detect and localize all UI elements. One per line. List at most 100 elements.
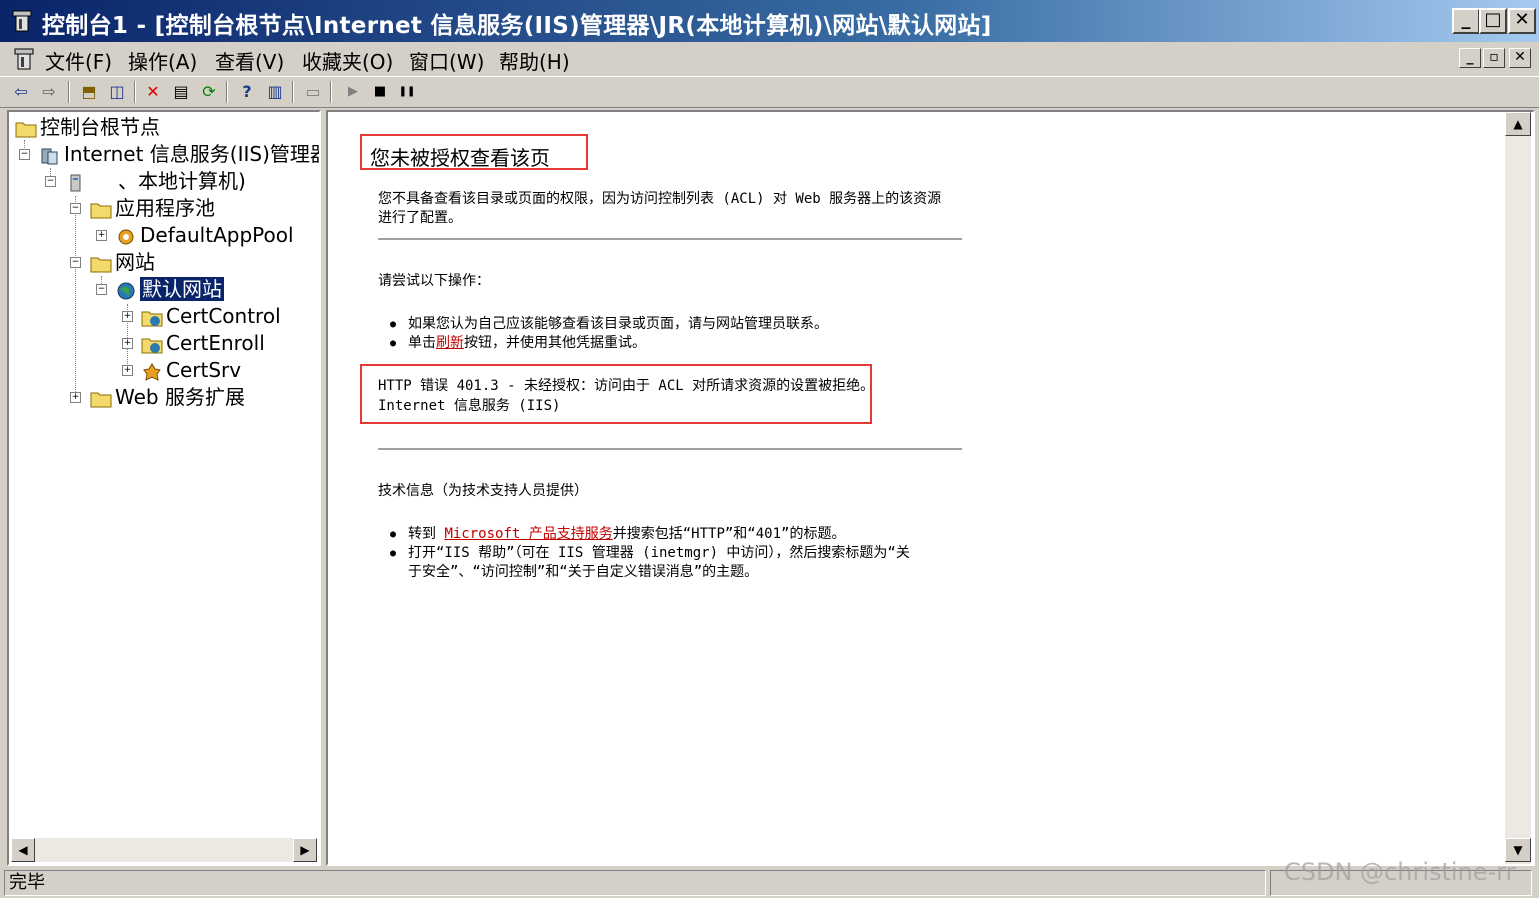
result-pane[interactable]: 您未被授权查看该页 您不具备查看该目录或页面的权限，因为访问控制列表 (ACL)…: [326, 110, 1535, 866]
forward-icon[interactable]: ⇨: [38, 81, 60, 103]
toolbar: ⇦ ⇨ ⬒ ◫ ✕ ▤ ⟳ ? ▥ ▭ ▶ ■ ❚❚: [0, 76, 1539, 108]
server-icon: [70, 174, 81, 191]
delete-icon[interactable]: ✕: [142, 81, 164, 103]
toolbar-separator: [330, 81, 332, 103]
child-restore-button[interactable]: ▫: [1483, 48, 1505, 68]
description-text: 进行了配置。: [378, 210, 462, 226]
web-app-icon: [143, 362, 161, 381]
menu-favorites[interactable]: 收藏夹(O): [302, 46, 393, 75]
title-bar[interactable]: 控制台1 - [控制台根节点\Internet 信息服务(IIS)管理器\JR(…: [0, 0, 1539, 42]
list-item: 打开“IIS 帮助”（可在 IIS 管理器 (inetmgr) 中访问），然后搜…: [390, 544, 910, 563]
web-folder-icon: [141, 338, 163, 353]
tree-node-certcontrol[interactable]: CertControl: [141, 303, 281, 329]
expand-icon[interactable]: +: [122, 365, 133, 376]
refresh-icon[interactable]: ⟳: [198, 81, 220, 103]
pause-icon[interactable]: ❚❚: [396, 81, 418, 103]
scroll-right-icon[interactable]: ▶: [293, 838, 317, 862]
folder-icon: [90, 203, 112, 218]
error-source-text: Internet 信息服务 (IIS): [378, 398, 561, 414]
minimize-button[interactable]: _: [1452, 8, 1480, 34]
tree-node-iis-manager[interactable]: Internet 信息服务(IIS)管理器: [39, 141, 321, 167]
divider: [378, 448, 962, 450]
console-menu-icon[interactable]: [12, 47, 36, 71]
tree-node-certenroll[interactable]: CertEnroll: [141, 330, 265, 356]
tree-node-websites[interactable]: 网站: [90, 249, 155, 275]
stop-icon[interactable]: ■: [369, 81, 391, 103]
scroll-left-icon[interactable]: ◀: [11, 838, 35, 862]
folder-icon: [90, 257, 112, 272]
console-tree[interactable]: 控制台根节点 − Internet 信息服务(IIS)管理器 − 、本地计算机)…: [7, 110, 321, 866]
menu-bar: 文件(F) 操作(A) 查看(V) 收藏夹(O) 窗口(W) 帮助(H) _ ▫…: [0, 42, 1539, 76]
tree-label: DefaultAppPool: [140, 223, 294, 247]
list-item-continuation: 于安全”、“访问控制”和“关于自定义错误消息”的主题。: [408, 564, 759, 580]
expand-icon[interactable]: +: [122, 338, 133, 349]
content-vertical-scrollbar[interactable]: ▲ ▼: [1505, 112, 1531, 864]
computer-icon[interactable]: ▭: [302, 81, 324, 103]
collapse-icon[interactable]: −: [70, 203, 81, 214]
list-item-text: 并搜索包括“HTTP”和“401”的标题。: [612, 526, 846, 542]
tree-node-local-computer[interactable]: 、本地计算机): [65, 168, 246, 194]
tree-label: Web 服务扩展: [115, 385, 245, 409]
start-icon[interactable]: ▶: [342, 81, 364, 103]
collapse-icon[interactable]: −: [96, 284, 107, 295]
up-one-level-icon[interactable]: ⬒: [78, 81, 100, 103]
folder-icon: [15, 122, 37, 137]
menu-action[interactable]: 操作(A): [128, 46, 197, 75]
app-pool-icon: [118, 229, 134, 244]
window-title: 控制台1 - [控制台根节点\Internet 信息服务(IIS)管理器\JR(…: [42, 13, 992, 39]
child-minimize-button[interactable]: _: [1459, 48, 1481, 68]
collapse-icon[interactable]: −: [70, 257, 81, 268]
tree-label: Internet 信息服务(IIS)管理器: [64, 142, 321, 166]
menu-help[interactable]: 帮助(H): [499, 46, 570, 75]
collapse-icon[interactable]: −: [45, 176, 56, 187]
tree-label: 、本地计算机): [118, 169, 246, 193]
folder-icon: [90, 392, 112, 407]
tree-node-default-website[interactable]: 默认网站: [115, 276, 225, 302]
tree-label: CertEnroll: [166, 331, 265, 355]
tree-label: 网站: [115, 250, 155, 274]
scroll-up-icon[interactable]: ▲: [1505, 112, 1531, 136]
watermark: CSDN @christine-rr: [1284, 858, 1516, 886]
toolbar-separator: [226, 81, 228, 103]
list-item: 转到 Microsoft 产品支持服务并搜索包括“HTTP”和“401”的标题。: [390, 525, 846, 544]
tree-line: [75, 196, 76, 396]
tree-label-selected: 默认网站: [139, 276, 225, 302]
toolbar-separator: [134, 81, 136, 103]
tech-heading: 技术信息（为技术支持人员提供）: [378, 483, 588, 499]
iis-manager-icon: [41, 148, 58, 164]
console-tree-icon[interactable]: ▥: [264, 81, 286, 103]
toolbar-separator: [292, 81, 294, 103]
tree-node-console-root[interactable]: 控制台根节点: [15, 114, 160, 140]
properties-icon[interactable]: ▤: [170, 81, 192, 103]
tree-label: 控制台根节点: [40, 115, 160, 139]
mmc-console-icon: [12, 10, 32, 32]
status-text: 完毕: [4, 870, 1266, 896]
microsoft-support-link[interactable]: Microsoft 产品支持服务: [444, 526, 612, 542]
list-item: 如果您认为自己应该能够查看该目录或页面，请与网站管理员联系。: [390, 315, 828, 334]
tree-node-application-pools[interactable]: 应用程序池: [90, 195, 215, 221]
divider: [378, 238, 962, 240]
tree-node-web-service-extensions[interactable]: Web 服务扩展: [90, 384, 245, 410]
expand-icon[interactable]: +: [70, 392, 81, 403]
close-button[interactable]: ✕: [1508, 8, 1536, 34]
tree-node-certsrv[interactable]: CertSrv: [141, 357, 241, 383]
maximize-button[interactable]: □: [1479, 8, 1507, 34]
menu-file[interactable]: 文件(F): [45, 46, 112, 75]
back-icon[interactable]: ⇦: [10, 81, 32, 103]
page-title: 您未被授权查看该页: [370, 146, 550, 170]
refresh-link[interactable]: 刷新: [436, 335, 464, 351]
tree-horizontal-scrollbar[interactable]: ◀ ▶: [11, 838, 317, 862]
show-hide-tree-icon[interactable]: ◫: [106, 81, 128, 103]
help-icon[interactable]: ?: [236, 81, 258, 103]
menu-view[interactable]: 查看(V): [215, 46, 284, 75]
globe-icon: [117, 282, 135, 299]
list-item: 单击刷新按钮，并使用其他凭据重试。: [390, 334, 646, 353]
tree-label: CertSrv: [166, 358, 242, 382]
tree-node-default-app-pool[interactable]: DefaultAppPool: [115, 222, 294, 248]
expand-icon[interactable]: +: [96, 230, 107, 241]
child-close-button[interactable]: ✕: [1509, 48, 1531, 68]
menu-window[interactable]: 窗口(W): [409, 46, 484, 75]
expand-icon[interactable]: +: [122, 311, 133, 322]
list-item-text: 转到: [408, 526, 445, 542]
collapse-icon[interactable]: −: [19, 149, 30, 160]
